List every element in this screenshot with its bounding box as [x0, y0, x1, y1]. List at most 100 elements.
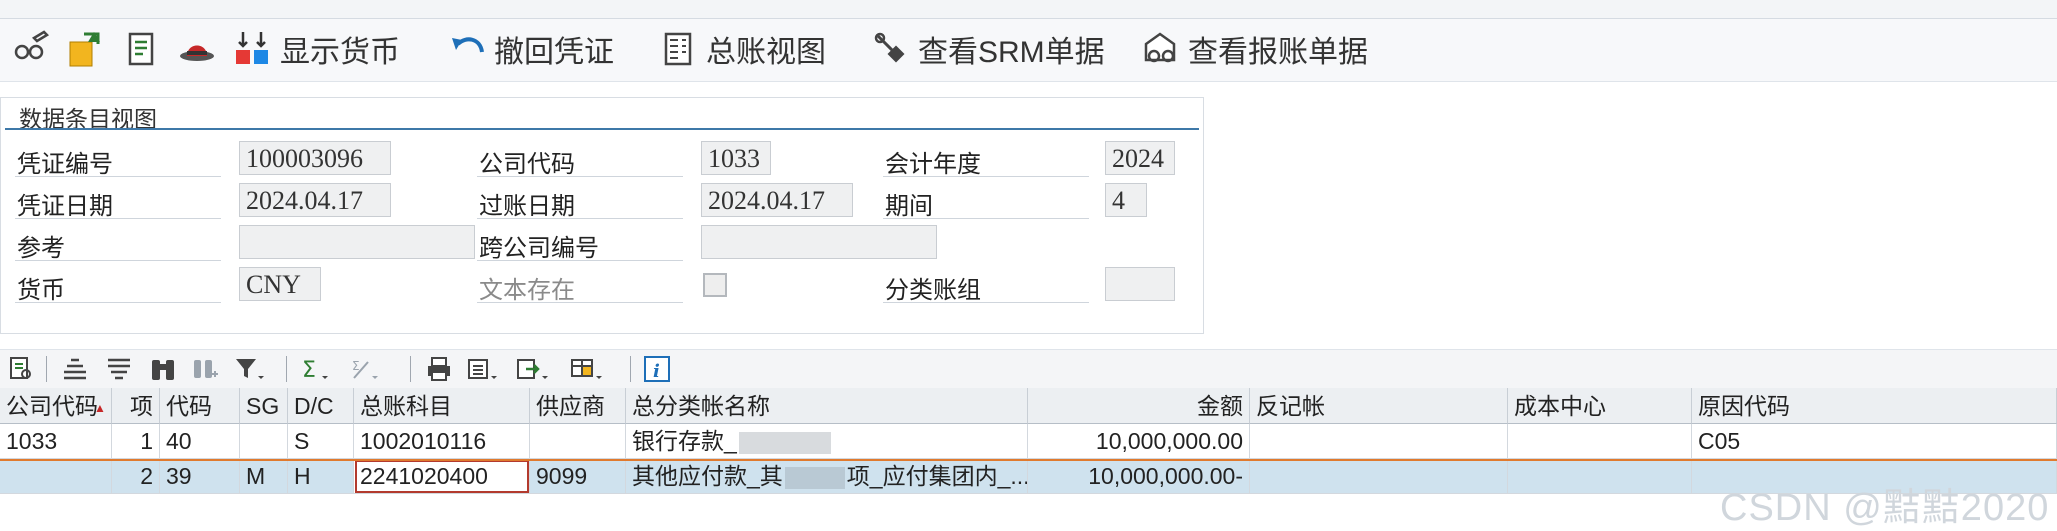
view-expense-button[interactable]: 查看报账单据: [1142, 27, 1368, 71]
gl-view-button[interactable]: 总账视图: [660, 27, 826, 71]
row-underline: [477, 302, 683, 303]
hat-icon: [180, 45, 214, 61]
row-underline: [15, 302, 221, 303]
currency-field[interactable]: CNY: [239, 267, 321, 301]
table-cell[interactable]: 1: [112, 424, 160, 459]
toolbar-separator: [286, 356, 287, 382]
data-entry-view-panel: 数据条目视图 凭证编号 100003096 公司代码 1033 会计年度 202…: [0, 97, 1204, 334]
currency-blocks-icon: [236, 32, 268, 64]
table-cell[interactable]: 40: [160, 424, 240, 459]
table-cell[interactable]: 39: [160, 459, 240, 494]
column-header-vendor[interactable]: 供应商: [530, 388, 626, 424]
view-srm-button[interactable]: 查看SRM单据: [872, 27, 1105, 71]
table-cell[interactable]: H: [288, 459, 354, 494]
focused-gl-account-cell[interactable]: 2241020400: [354, 459, 530, 494]
table-cell[interactable]: [530, 424, 626, 459]
views-dropdown-icon: [468, 359, 497, 379]
intercompany-field[interactable]: [701, 225, 937, 259]
column-header-special-gl[interactable]: SG: [240, 388, 288, 424]
redacted-blur: [738, 431, 831, 454]
find-button[interactable]: [146, 353, 180, 385]
row-underline: [477, 260, 683, 261]
table-cell[interactable]: [1508, 459, 1692, 494]
sort-ascending-button[interactable]: [58, 353, 92, 385]
table-cell[interactable]: S: [288, 424, 354, 459]
doc-no-label: 凭证编号: [17, 151, 113, 178]
fiscal-year-field[interactable]: 2024: [1105, 141, 1175, 175]
export-button[interactable]: [516, 353, 550, 385]
column-header-gl-account[interactable]: 总账科目: [354, 388, 530, 424]
pin-tool-icon: [874, 32, 905, 63]
column-header-reason-code[interactable]: 原因代码: [1692, 388, 2057, 424]
views-button[interactable]: [466, 353, 500, 385]
column-header-item[interactable]: 项: [112, 388, 160, 424]
table-cell[interactable]: 10,000,000.00: [1028, 424, 1250, 459]
filter-button[interactable]: [232, 353, 266, 385]
column-header-gl-name[interactable]: 总分类帐名称: [626, 388, 1028, 424]
row-underline: [883, 176, 1089, 177]
table-cell[interactable]: 1002010116: [354, 424, 530, 459]
intercompany-label: 跨公司编号: [479, 235, 599, 262]
glasses-pen-icon: [14, 30, 50, 60]
binoculars-plus-icon: [194, 360, 218, 378]
change-button[interactable]: [66, 27, 104, 71]
print-button[interactable]: [422, 353, 456, 385]
period-field[interactable]: 4: [1105, 183, 1147, 217]
doc-no-field[interactable]: 100003096: [239, 141, 391, 175]
table-cell[interactable]: 银行存款_: [626, 424, 1028, 459]
table-cell[interactable]: [1508, 424, 1692, 459]
table-cell[interactable]: 其他应付款_其 项_应付集团内_...: [626, 459, 1028, 494]
hat-button[interactable]: [178, 27, 216, 71]
table-cell[interactable]: [1250, 459, 1508, 494]
company-field[interactable]: 1033: [701, 141, 771, 175]
table-cell[interactable]: 2: [112, 459, 160, 494]
doc-date-field[interactable]: 2024.04.17: [239, 183, 391, 217]
column-header-company[interactable]: 公司代码 ▲: [0, 388, 112, 424]
column-header-amount[interactable]: 金额: [1028, 388, 1250, 424]
column-header-reversal[interactable]: 反记帐: [1250, 388, 1508, 424]
envelope-glasses-icon: [1144, 32, 1176, 63]
application-toolbar: 显示货币 撤回凭证 总账视图 查看SRM单据 查看报账单据: [0, 19, 2057, 82]
reference-field[interactable]: [239, 225, 475, 259]
undo-arrow-icon: [452, 37, 484, 53]
table-cell[interactable]: 9099: [530, 459, 626, 494]
currency-label: 货币: [17, 277, 65, 304]
binoculars-icon: [152, 360, 174, 380]
information-button[interactable]: i: [640, 353, 674, 385]
layout-button[interactable]: [570, 353, 604, 385]
svg-text:Σ: Σ: [302, 358, 316, 382]
fiscal-year-label: 会计年度: [885, 151, 981, 178]
table-cell[interactable]: [1250, 424, 1508, 459]
table-cell[interactable]: M: [240, 459, 288, 494]
total-button[interactable]: Σ: [298, 353, 332, 385]
posting-date-field[interactable]: 2024.04.17: [701, 183, 853, 217]
redacted-blur: [784, 466, 845, 489]
table-cell[interactable]: [0, 459, 112, 494]
column-header-posting-key[interactable]: 代码: [160, 388, 240, 424]
table-cell[interactable]: 1033: [0, 424, 112, 459]
table-cell[interactable]: [240, 424, 288, 459]
document-info-button[interactable]: [124, 27, 162, 71]
sort-ascending-icon: [64, 358, 86, 380]
reference-label: 参考: [17, 235, 65, 262]
column-header-debit-credit[interactable]: D/C: [288, 388, 354, 424]
column-header-cost-center[interactable]: 成本中心: [1508, 388, 1692, 424]
export-dropdown-icon: [517, 359, 548, 379]
table-cell[interactable]: C05: [1692, 424, 2057, 459]
ledger-group-label: 分类账组: [885, 277, 981, 304]
table-cell[interactable]: 10,000,000.00-: [1028, 459, 1250, 494]
text-exists-checkbox[interactable]: [703, 273, 727, 297]
sort-indicator-icon: ▲: [94, 401, 106, 415]
details-button[interactable]: [4, 353, 38, 385]
subtotal-button[interactable]: Σ: [348, 353, 382, 385]
reverse-document-button[interactable]: 撤回凭证: [448, 27, 614, 71]
display-currency-button[interactable]: 显示货币: [234, 27, 400, 71]
document-arrow-icon: [69, 32, 100, 67]
row-underline: [15, 176, 221, 177]
find-next-button[interactable]: [188, 353, 222, 385]
sort-descending-button[interactable]: [102, 353, 136, 385]
gl-view-label: 总账视图: [706, 36, 826, 69]
row-underline: [883, 302, 1089, 303]
ledger-group-field[interactable]: [1105, 267, 1175, 301]
display-button[interactable]: [12, 27, 50, 71]
